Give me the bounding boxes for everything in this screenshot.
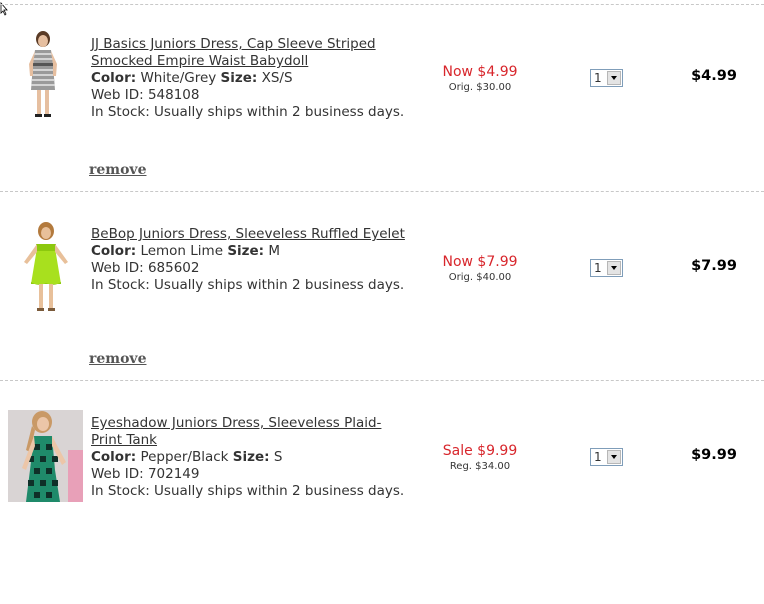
color-value: Lemon Lime	[140, 243, 224, 259]
cart-item: BeBop Juniors Dress, Sleeveless Ruffled …	[0, 222, 764, 415]
product-title-link[interactable]: Eyeshadow Juniors Dress, Sleeveless Plai…	[91, 415, 411, 449]
size-label: Size:	[220, 70, 258, 86]
striped-dress-photo-icon[interactable]	[20, 30, 66, 122]
color-size-line: Color: White/Grey Size: XS/S	[91, 70, 411, 87]
regular-price: Reg. $34.00	[449, 461, 511, 472]
color-value: White/Grey	[140, 70, 217, 86]
color-label: Color:	[91, 70, 137, 86]
cart-item: JJ Basics Juniors Dress, Cap Sleeve Stri…	[0, 30, 764, 225]
web-id-line: Web ID: 548108	[91, 87, 411, 104]
web-id-label: Web ID:	[91, 466, 144, 482]
web-id-label: Web ID:	[91, 87, 144, 103]
color-size-line: Color: Pepper/Black Size: S	[91, 449, 411, 466]
item-details: JJ Basics Juniors Dress, Cap Sleeve Stri…	[91, 36, 411, 121]
size-value: M	[268, 243, 281, 259]
web-id-value: 702149	[147, 466, 200, 482]
item-details: Eyeshadow Juniors Dress, Sleeveless Plai…	[91, 415, 411, 500]
original-price: Orig. $30.00	[448, 82, 512, 93]
color-size-line: Color: Lemon Lime Size: M	[91, 243, 411, 260]
sale-price: Now $7.99	[442, 254, 518, 270]
chevron-down-icon[interactable]	[607, 71, 621, 85]
price-block: Now $7.99 Orig. $40.00	[425, 254, 535, 285]
quantity-select[interactable]: 1	[590, 69, 623, 87]
size-value: XS/S	[261, 70, 293, 86]
quantity-value: 1	[594, 261, 602, 275]
color-label: Color:	[91, 449, 137, 465]
price-block: Sale $9.99 Reg. $34.00	[425, 443, 535, 474]
remove-link[interactable]: remove	[89, 351, 146, 367]
lime-dress-photo-icon[interactable]	[18, 222, 74, 314]
quantity-select[interactable]: 1	[590, 448, 623, 466]
original-price: Orig. $40.00	[448, 272, 512, 283]
item-details: BeBop Juniors Dress, Sleeveless Ruffled …	[91, 226, 411, 294]
web-id-line: Web ID: 702149	[91, 466, 411, 483]
size-label: Size:	[232, 449, 270, 465]
color-label: Color:	[91, 243, 137, 259]
row-divider	[0, 4, 764, 5]
sale-price: Sale $9.99	[442, 443, 518, 459]
chevron-down-icon[interactable]	[607, 450, 621, 464]
product-title-link[interactable]: BeBop Juniors Dress, Sleeveless Ruffled …	[91, 226, 411, 243]
size-value: S	[273, 449, 283, 465]
item-total: $7.99	[691, 258, 737, 274]
quantity-select[interactable]: 1	[590, 259, 623, 277]
cart-item: Eyeshadow Juniors Dress, Sleeveless Plai…	[0, 410, 764, 604]
product-title-link[interactable]: JJ Basics Juniors Dress, Cap Sleeve Stri…	[91, 36, 411, 70]
web-id-label: Web ID:	[91, 260, 144, 276]
web-id-line: Web ID: 685602	[91, 260, 411, 277]
web-id-value: 548108	[147, 87, 200, 103]
stock-status: In Stock: Usually ships within 2 busines…	[91, 483, 405, 499]
item-total: $4.99	[691, 68, 737, 84]
quantity-value: 1	[594, 71, 602, 85]
chevron-down-icon[interactable]	[607, 261, 621, 275]
plaid-dress-photo-icon[interactable]	[8, 410, 83, 502]
item-total: $9.99	[691, 447, 737, 463]
stock-status: In Stock: Usually ships within 2 busines…	[91, 104, 405, 120]
sale-price: Now $4.99	[442, 64, 518, 80]
color-value: Pepper/Black	[140, 449, 229, 465]
quantity-value: 1	[594, 450, 602, 464]
size-label: Size:	[227, 243, 265, 259]
remove-link[interactable]: remove	[89, 162, 146, 178]
price-block: Now $4.99 Orig. $30.00	[425, 64, 535, 95]
stock-status: In Stock: Usually ships within 2 busines…	[91, 277, 405, 293]
web-id-value: 685602	[147, 260, 200, 276]
